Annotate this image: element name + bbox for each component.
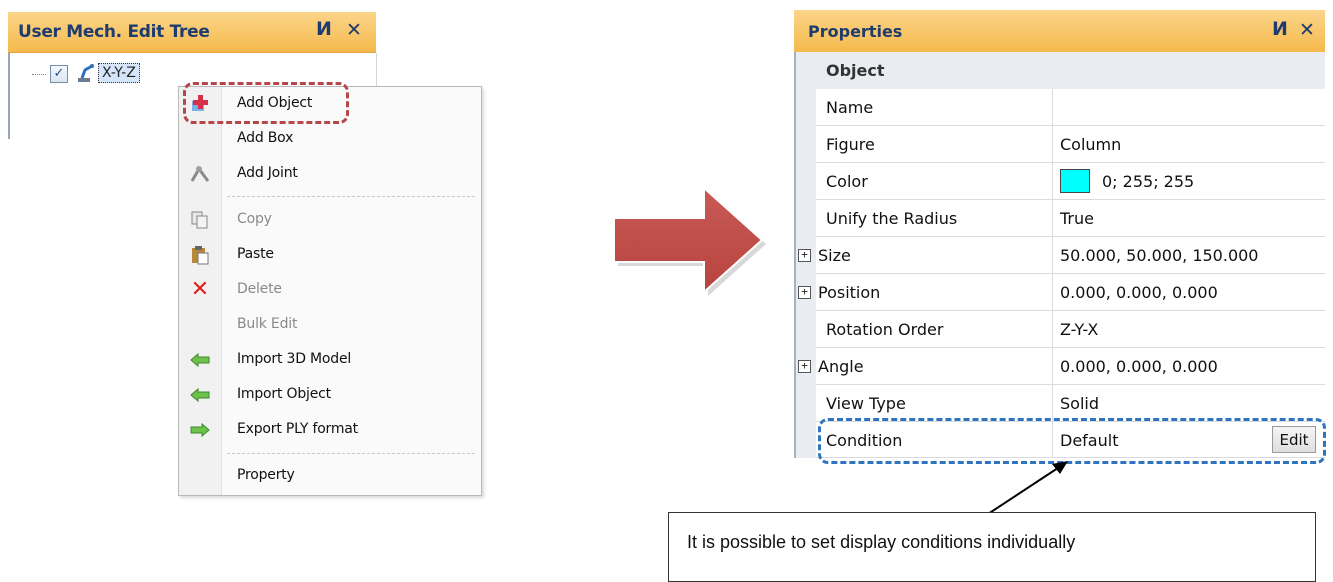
property-row-angle[interactable]: + Angle 0.000, 0.000, 0.000 xyxy=(798,348,1325,385)
tree-node-xyz[interactable]: X-Y-Z xyxy=(98,63,140,83)
property-value[interactable]: 0.000, 0.000, 0.000 xyxy=(1060,357,1218,376)
menu-label: Import Object xyxy=(237,386,331,402)
property-category-row[interactable]: Object xyxy=(816,52,1325,89)
close-icon[interactable]: ✕ xyxy=(346,19,362,41)
menu-label: Copy xyxy=(237,211,272,227)
property-row-position[interactable]: + Position 0.000, 0.000, 0.000 xyxy=(798,274,1325,311)
add-joint-icon xyxy=(189,163,211,185)
column-divider xyxy=(1052,200,1053,236)
pin-icon[interactable]: И xyxy=(1272,18,1288,40)
menu-item-add-box[interactable]: Add Box xyxy=(179,124,481,154)
menu-separator xyxy=(227,196,475,197)
expand-icon[interactable]: + xyxy=(798,360,811,373)
paste-icon xyxy=(189,244,211,266)
property-name: View Type xyxy=(826,394,906,413)
menu-item-export-ply[interactable]: Export PLY format xyxy=(179,415,481,445)
column-divider xyxy=(1052,237,1053,273)
property-value[interactable]: 0.000, 0.000, 0.000 xyxy=(1060,283,1218,302)
menu-label: Add Joint xyxy=(237,165,298,181)
tree-panel-header: User Mech. Edit Tree И ✕ xyxy=(8,12,376,53)
column-divider xyxy=(1052,348,1053,384)
property-row-name[interactable]: Name xyxy=(816,89,1325,126)
properties-title: Properties xyxy=(808,22,903,41)
expand-icon[interactable]: + xyxy=(798,249,811,262)
menu-item-copy[interactable]: Copy xyxy=(179,205,481,235)
menu-label: Import 3D Model xyxy=(237,351,352,367)
context-menu: Add Object Add Box Add Joint Copy Paste … xyxy=(178,86,482,496)
menu-label: Delete xyxy=(237,281,282,297)
property-name: Color xyxy=(826,172,868,191)
import-arrow-icon xyxy=(189,349,211,371)
column-divider xyxy=(1052,274,1053,310)
close-icon[interactable]: ✕ xyxy=(1299,19,1315,41)
property-value[interactable]: 50.000, 50.000, 150.000 xyxy=(1060,246,1258,265)
tree-panel-title: User Mech. Edit Tree xyxy=(18,22,210,42)
node-checkbox[interactable]: ✓ xyxy=(50,65,68,83)
column-divider xyxy=(1052,385,1053,421)
property-name: Position xyxy=(818,283,881,302)
expand-icon[interactable]: + xyxy=(798,286,811,299)
export-arrow-icon xyxy=(189,419,211,441)
pin-icon[interactable]: И xyxy=(316,18,332,40)
property-name: Angle xyxy=(818,357,864,376)
color-swatch[interactable] xyxy=(1060,169,1090,193)
property-row-view-type[interactable]: View Type Solid xyxy=(816,385,1325,422)
menu-item-paste[interactable]: Paste xyxy=(179,240,481,270)
property-name: Unify the Radius xyxy=(826,209,958,228)
menu-label: Bulk Edit xyxy=(237,316,298,332)
property-grid: Object Name Figure Column Color 0; 255; … xyxy=(794,52,1325,458)
property-value[interactable]: True xyxy=(1060,209,1094,228)
copy-icon xyxy=(189,209,211,231)
property-row-unify-radius[interactable]: Unify the Radius True xyxy=(816,200,1325,237)
menu-label: Export PLY format xyxy=(237,421,358,437)
column-divider xyxy=(1052,89,1053,125)
property-name: Figure xyxy=(826,135,875,154)
properties-header: Properties И ✕ xyxy=(794,10,1325,52)
flow-arrow-icon xyxy=(613,185,766,296)
property-value[interactable]: Solid xyxy=(1060,394,1099,413)
tree-connector xyxy=(32,74,46,75)
property-value[interactable]: Column xyxy=(1060,135,1121,154)
menu-item-property[interactable]: Property xyxy=(179,461,481,491)
add-object-highlight-box xyxy=(183,82,349,124)
column-divider xyxy=(1052,311,1053,347)
callout-pointer-arrow xyxy=(987,461,1068,515)
menu-item-delete[interactable]: ✕ Delete xyxy=(179,275,481,305)
property-name: Name xyxy=(826,98,874,117)
property-row-size[interactable]: + Size 50.000, 50.000, 150.000 xyxy=(798,237,1325,274)
property-row-figure[interactable]: Figure Column xyxy=(816,126,1325,163)
callout-text: It is possible to set display conditions… xyxy=(687,532,1076,552)
category-label: Object xyxy=(826,61,885,80)
property-value[interactable]: 0; 255; 255 xyxy=(1102,172,1194,191)
menu-separator xyxy=(227,453,475,454)
properties-panel: Properties И ✕ Object Name Figure Column… xyxy=(794,10,1325,458)
robot-arm-icon xyxy=(76,63,96,88)
property-name: Rotation Order xyxy=(826,320,944,339)
menu-item-bulk-edit[interactable]: Bulk Edit xyxy=(179,310,481,340)
menu-item-add-joint[interactable]: Add Joint xyxy=(179,159,481,189)
property-name: Size xyxy=(818,246,851,265)
menu-label: Property xyxy=(237,467,295,483)
menu-label: Add Box xyxy=(237,130,294,146)
column-divider xyxy=(1052,163,1053,199)
property-row-rotation-order[interactable]: Rotation Order Z-Y-X xyxy=(816,311,1325,348)
property-value[interactable]: Z-Y-X xyxy=(1060,320,1098,339)
column-divider xyxy=(1052,126,1053,162)
menu-item-import-object[interactable]: Import Object xyxy=(179,380,481,410)
menu-item-import-3d-model[interactable]: Import 3D Model xyxy=(179,345,481,375)
delete-icon: ✕ xyxy=(190,277,210,302)
menu-label: Paste xyxy=(237,246,274,262)
import-arrow-icon xyxy=(189,384,211,406)
property-row-color[interactable]: Color 0; 255; 255 xyxy=(816,163,1325,200)
